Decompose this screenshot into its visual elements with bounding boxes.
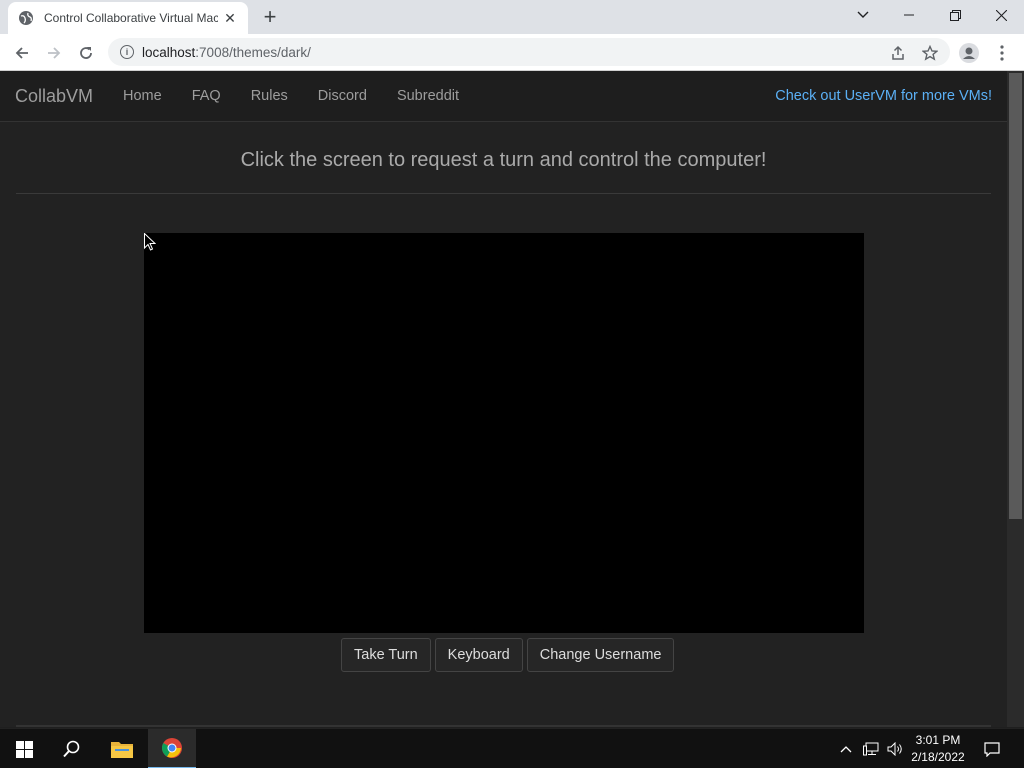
browser-tab-strip: Control Collaborative Virtual Machine ✕ … [0,0,1024,34]
network-icon[interactable] [860,729,882,768]
globe-icon [18,10,34,26]
notifications-icon[interactable] [980,729,1004,768]
taskbar-clock[interactable]: 3:01 PM 2/18/2022 [906,732,970,766]
nav-links: Home FAQ Rules Discord Subreddit [108,71,474,121]
nav-link-faq[interactable]: FAQ [177,71,236,121]
site-info-icon[interactable]: i [120,45,134,59]
take-turn-button[interactable]: Take Turn [341,638,431,672]
change-username-button[interactable]: Change Username [526,638,675,672]
nav-link-subreddit[interactable]: Subreddit [382,71,474,121]
nav-link-rules[interactable]: Rules [236,71,303,121]
vm-button-row: Take Turn Keyboard Change Username [341,638,675,672]
nav-link-discord[interactable]: Discord [303,71,382,121]
page-headline: Click the screen to request a turn and c… [240,149,767,171]
vm-display-screen[interactable] [144,233,864,633]
search-icon[interactable] [48,729,96,768]
profile-avatar-icon[interactable] [956,40,982,66]
windows-start-icon[interactable] [0,729,48,768]
site-brand[interactable]: CollabVM [15,86,93,107]
file-explorer-icon[interactable] [98,729,146,768]
web-page: CollabVM Home FAQ Rules Discord Subreddi… [0,71,1007,727]
share-icon[interactable] [885,40,911,66]
close-window-icon[interactable] [978,0,1024,30]
browser-tab[interactable]: Control Collaborative Virtual Machine ✕ [8,2,248,34]
bottom-divider [16,725,991,727]
clock-time: 3:01 PM [915,733,961,747]
back-arrow-icon[interactable] [9,40,35,66]
windows-taskbar: 3:01 PM 2/18/2022 [0,728,1024,768]
volume-icon[interactable] [884,729,906,768]
address-bar[interactable]: i localhost:7008/themes/dark/ [108,38,950,66]
divider [16,193,991,194]
forward-arrow-icon[interactable] [41,40,67,66]
bookmark-star-icon[interactable] [917,40,943,66]
uservm-link[interactable]: Check out UserVM for more VMs! [775,88,992,104]
minimize-icon[interactable] [886,0,932,30]
tray-chevron-up-icon[interactable] [838,729,854,768]
close-tab-icon[interactable]: ✕ [222,10,238,27]
url-text: localhost:7008/themes/dark/ [142,44,311,60]
reload-icon[interactable] [73,40,99,66]
keyboard-button[interactable]: Keyboard [434,638,523,672]
scrollbar-thumb[interactable] [1009,73,1022,519]
page-scrollbar[interactable] [1007,71,1024,727]
clock-date: 2/18/2022 [911,750,965,764]
restore-icon[interactable] [932,0,978,30]
tab-search-icon[interactable] [840,0,886,30]
chrome-icon[interactable] [148,729,196,768]
menu-kebab-icon[interactable] [989,40,1015,66]
site-navbar: CollabVM Home FAQ Rules Discord Subreddi… [0,71,1007,122]
browser-toolbar: i localhost:7008/themes/dark/ [0,34,1024,71]
nav-link-home[interactable]: Home [108,71,177,121]
new-tab-icon[interactable]: + [258,5,282,29]
tab-title: Control Collaborative Virtual Machine [44,11,218,25]
mouse-pointer-icon [144,233,156,251]
